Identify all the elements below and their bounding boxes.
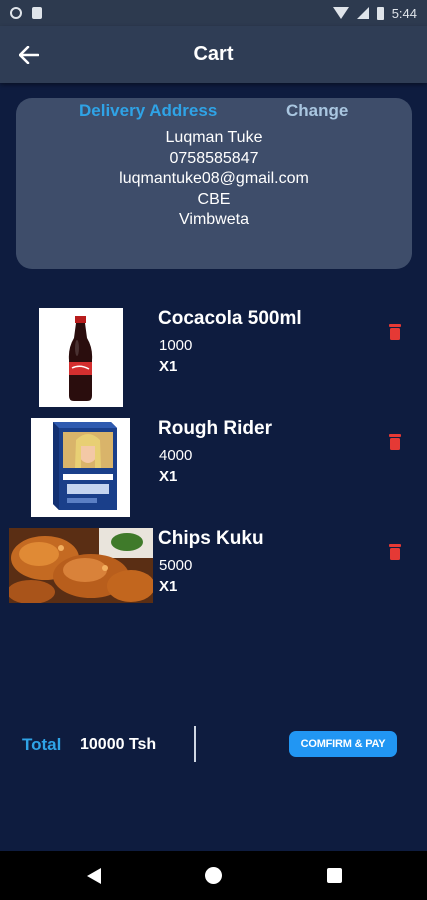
address-line2: Vimbweta <box>179 211 249 228</box>
back-button[interactable] <box>14 40 44 70</box>
cart-item: Chips Kuku 5000 X1 <box>0 528 427 628</box>
trash-icon <box>389 324 401 340</box>
nav-home-icon[interactable] <box>205 867 222 884</box>
arrow-left-icon <box>19 46 39 64</box>
delivery-address-heading: Delivery Address <box>79 101 218 120</box>
item-quantity: X1 <box>159 468 178 485</box>
chips-kuku-image <box>9 528 153 603</box>
item-name: Rough Rider <box>158 418 272 439</box>
address-phone: 0758585847 <box>169 149 259 167</box>
app-bar: Cart <box>0 26 427 83</box>
rough-rider-pack-image <box>31 418 130 517</box>
address-details: Luqman Tuke 0758585847 luqmantuke08@gmai… <box>16 128 412 231</box>
confirm-and-pay-button[interactable]: COMFIRM & PAY <box>289 731 397 757</box>
delete-item-button[interactable] <box>386 433 404 453</box>
signal-icon <box>356 7 369 19</box>
cart-item: Rough Rider 4000 X1 <box>0 418 427 518</box>
item-name: Cocacola 500ml <box>158 308 302 329</box>
item-name: Chips Kuku <box>158 528 264 549</box>
delete-item-button[interactable] <box>386 323 404 343</box>
wifi-icon <box>332 7 349 19</box>
notification-circle-icon <box>10 7 22 19</box>
sim-card-icon <box>32 7 42 19</box>
navigation-bar <box>0 851 427 900</box>
item-quantity: X1 <box>159 578 178 595</box>
item-price: 4000 <box>159 447 193 464</box>
delete-item-button[interactable] <box>386 543 404 563</box>
address-line1: CBE <box>197 190 231 208</box>
page-title: Cart <box>193 43 234 65</box>
total-value: 10000 Tsh <box>80 736 157 753</box>
battery-icon <box>376 6 384 20</box>
change-address-button[interactable]: Change <box>286 101 348 121</box>
vertical-divider <box>194 726 196 762</box>
total-label: Total <box>22 735 62 754</box>
nav-back-icon[interactable] <box>87 868 101 884</box>
status-time: 5:44 <box>391 5 417 21</box>
item-quantity: X1 <box>159 358 178 375</box>
address-email: luqmantuke08@gmail.com <box>119 170 309 187</box>
cocacola-bottle-image <box>39 308 123 407</box>
item-price: 5000 <box>159 557 193 574</box>
nav-recents-icon[interactable] <box>327 868 342 883</box>
cart-item: Cocacola 500ml 1000 X1 <box>0 308 427 408</box>
trash-icon <box>389 434 401 450</box>
status-bar: 5:44 <box>0 0 427 26</box>
trash-icon <box>389 544 401 560</box>
address-name: Luqman Tuke <box>165 129 263 146</box>
delivery-address-card: Delivery Address Change Luqman Tuke 0758… <box>16 98 412 269</box>
item-price: 1000 <box>159 337 193 354</box>
